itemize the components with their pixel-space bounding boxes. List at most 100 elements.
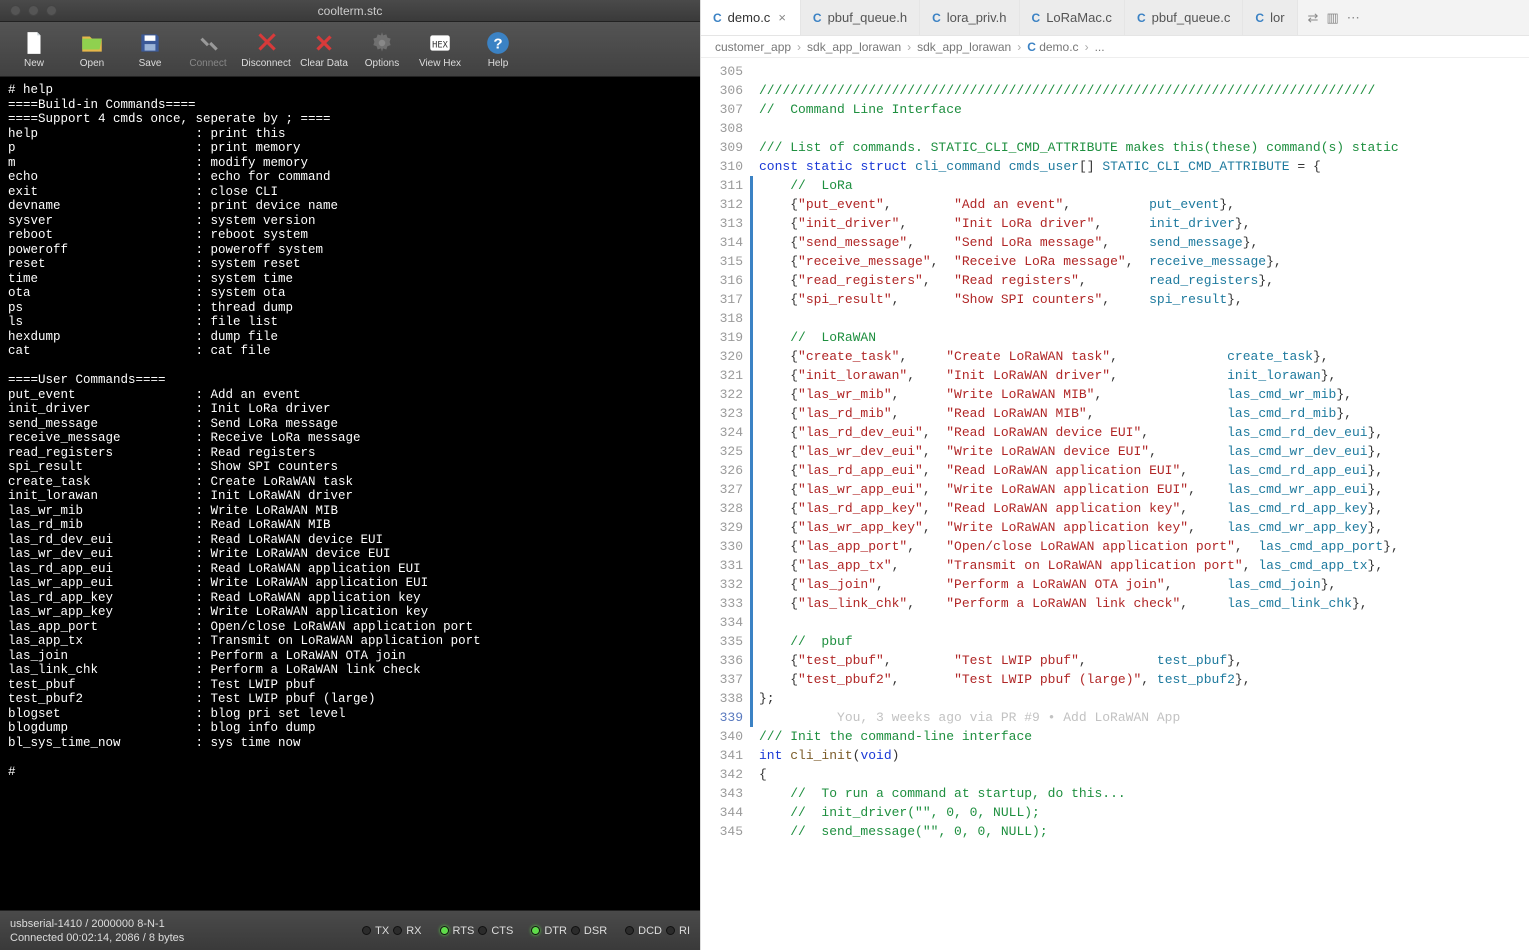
- code-line[interactable]: You, 3 weeks ago via PR #9 • Add LoRaWAN…: [759, 708, 1529, 727]
- code-line[interactable]: {"test_pbuf2", "Test LWIP pbuf (large)",…: [759, 670, 1529, 689]
- code-line[interactable]: // pbuf: [759, 632, 1529, 651]
- tab-demo-c[interactable]: Cdemo.c×: [701, 0, 801, 35]
- options-button[interactable]: Options: [354, 24, 410, 74]
- svg-text:HEX: HEX: [432, 40, 448, 50]
- options-icon: [368, 30, 396, 56]
- breadcrumbs[interactable]: customer_app›sdk_app_lorawan›sdk_app_lor…: [701, 36, 1529, 58]
- new-button[interactable]: New: [6, 24, 62, 74]
- breadcrumb-item[interactable]: customer_app: [715, 40, 791, 54]
- code-line[interactable]: {"las_app_port", "Open/close LoRaWAN app…: [759, 537, 1529, 556]
- tab-lora_priv-h[interactable]: Clora_priv.h: [920, 0, 1019, 35]
- code-line[interactable]: };: [759, 689, 1529, 708]
- line-number: 343: [701, 784, 743, 803]
- code-line[interactable]: /// Init the command-line interface: [759, 727, 1529, 746]
- save-button[interactable]: Save: [122, 24, 178, 74]
- code-line[interactable]: {"las_wr_mib", "Write LoRaWAN MIB", las_…: [759, 385, 1529, 404]
- toolbar-label: Clear Data: [300, 58, 348, 69]
- code-line[interactable]: int cli_init(void): [759, 746, 1529, 765]
- code-line[interactable]: {"las_wr_app_key", "Write LoRaWAN applic…: [759, 518, 1529, 537]
- code-line[interactable]: {"las_link_chk", "Perform a LoRaWAN link…: [759, 594, 1529, 613]
- led-dot-icon: [666, 926, 675, 935]
- code-line[interactable]: {"send_message", "Send LoRa message", se…: [759, 233, 1529, 252]
- clear-button[interactable]: Clear Data: [296, 24, 352, 74]
- led-dot-icon: [571, 926, 580, 935]
- line-number: 313: [701, 214, 743, 233]
- toolbar-label: Help: [488, 58, 509, 69]
- tab-label: lora_priv.h: [947, 10, 1007, 25]
- breadcrumb-item[interactable]: sdk_app_lorawan: [807, 40, 901, 54]
- led-ri: RI: [666, 925, 690, 937]
- line-number: 316: [701, 271, 743, 290]
- help-button[interactable]: ?Help: [470, 24, 526, 74]
- line-number: 344: [701, 803, 743, 822]
- open-button[interactable]: Open: [64, 24, 120, 74]
- code-line[interactable]: {"las_rd_app_eui", "Read LoRaWAN applica…: [759, 461, 1529, 480]
- breadcrumb-item[interactable]: C demo.c: [1027, 40, 1078, 54]
- toolbar-label: Save: [139, 58, 162, 69]
- tab-pbuf_queue-h[interactable]: Cpbuf_queue.h: [801, 0, 920, 35]
- code-line[interactable]: {"init_driver", "Init LoRa driver", init…: [759, 214, 1529, 233]
- titlebar[interactable]: coolterm.stc: [0, 0, 700, 22]
- led-dot-icon: [393, 926, 402, 935]
- code-line[interactable]: // LoRaWAN: [759, 328, 1529, 347]
- toolbar-label: Connect: [189, 58, 226, 69]
- status-port: usbserial-1410 / 2000000 8-N-1: [10, 917, 362, 931]
- led-rx: RX: [393, 925, 421, 937]
- lang-badge: C: [713, 11, 722, 25]
- viewhex-button[interactable]: HEX View Hex: [412, 24, 468, 74]
- tab-lor[interactable]: Clor: [1243, 0, 1297, 35]
- toolbar: NewOpen Save Connect Disconnect Clear Data Op…: [0, 22, 700, 77]
- code-line[interactable]: // send_message("", 0, 0, NULL);: [759, 822, 1529, 841]
- code-line[interactable]: {"las_wr_dev_eui", "Write LoRaWAN device…: [759, 442, 1529, 461]
- code-line[interactable]: {"las_rd_dev_eui", "Read LoRaWAN device …: [759, 423, 1529, 442]
- tab-label: pbuf_queue.h: [828, 10, 908, 25]
- code-line[interactable]: {"receive_message", "Receive LoRa messag…: [759, 252, 1529, 271]
- code-line[interactable]: [759, 62, 1529, 81]
- code-line[interactable]: {"read_registers", "Read registers", rea…: [759, 271, 1529, 290]
- code-line[interactable]: // Command Line Interface: [759, 100, 1529, 119]
- code-line[interactable]: // LoRa: [759, 176, 1529, 195]
- led-dot-icon: [440, 926, 449, 935]
- code-line[interactable]: {"las_rd_mib", "Read LoRaWAN MIB", las_c…: [759, 404, 1529, 423]
- code-line[interactable]: // To run a command at startup, do this.…: [759, 784, 1529, 803]
- gutter: 3053063073083093103113123133143153163173…: [701, 58, 753, 950]
- line-number: 331: [701, 556, 743, 575]
- editor-area[interactable]: 3053063073083093103113123133143153163173…: [701, 58, 1529, 950]
- code-line[interactable]: {"las_app_tx", "Transmit on LoRaWAN appl…: [759, 556, 1529, 575]
- led-dot-icon: [531, 926, 540, 935]
- code-line[interactable]: const static struct cli_command cmds_use…: [759, 157, 1529, 176]
- code-line[interactable]: // init_driver("", 0, 0, NULL);: [759, 803, 1529, 822]
- code-line[interactable]: {"las_rd_app_key", "Read LoRaWAN applica…: [759, 499, 1529, 518]
- toolbar-label: View Hex: [419, 58, 461, 69]
- code[interactable]: ////////////////////////////////////////…: [753, 58, 1529, 950]
- code-line[interactable]: {: [759, 765, 1529, 784]
- code-line[interactable]: {"las_join", "Perform a LoRaWAN OTA join…: [759, 575, 1529, 594]
- code-line[interactable]: [759, 309, 1529, 328]
- tab-LoRaMac-c[interactable]: CLoRaMac.c: [1020, 0, 1125, 35]
- tab-pbuf_queue-c[interactable]: Cpbuf_queue.c: [1125, 0, 1243, 35]
- vscode-editor: Cdemo.c×Cpbuf_queue.hClora_priv.hCLoRaMa…: [700, 0, 1529, 950]
- code-line[interactable]: [759, 119, 1529, 138]
- code-line[interactable]: {"put_event", "Add an event", put_event}…: [759, 195, 1529, 214]
- disconnect-button[interactable]: Disconnect: [238, 24, 294, 74]
- code-line[interactable]: [759, 613, 1529, 632]
- code-line[interactable]: {"spi_result", "Show SPI counters", spi_…: [759, 290, 1529, 309]
- code-line[interactable]: {"las_wr_app_eui", "Write LoRaWAN applic…: [759, 480, 1529, 499]
- code-line[interactable]: {"init_lorawan", "Init LoRaWAN driver", …: [759, 366, 1529, 385]
- code-line[interactable]: /// List of commands. STATIC_CLI_CMD_ATT…: [759, 138, 1529, 157]
- breadcrumb-item[interactable]: ...: [1095, 40, 1105, 54]
- connect-icon: [194, 30, 222, 56]
- disconnect-icon: [252, 30, 280, 56]
- code-line[interactable]: ////////////////////////////////////////…: [759, 81, 1529, 100]
- more-icon[interactable]: ⋯: [1347, 10, 1360, 26]
- breadcrumb-item[interactable]: sdk_app_lorawan: [917, 40, 1011, 54]
- line-number: 337: [701, 670, 743, 689]
- compare-icon[interactable]: ⇄: [1308, 10, 1319, 26]
- code-line[interactable]: {"test_pbuf", "Test LWIP pbuf", test_pbu…: [759, 651, 1529, 670]
- code-line[interactable]: {"create_task", "Create LoRaWAN task", c…: [759, 347, 1529, 366]
- close-icon[interactable]: ×: [776, 10, 788, 25]
- split-icon[interactable]: ▥: [1326, 10, 1338, 26]
- line-number: 312: [701, 195, 743, 214]
- terminal-output[interactable]: # help ====Build-in Commands==== ====Sup…: [0, 77, 700, 910]
- led-dcd: DCD: [625, 925, 662, 937]
